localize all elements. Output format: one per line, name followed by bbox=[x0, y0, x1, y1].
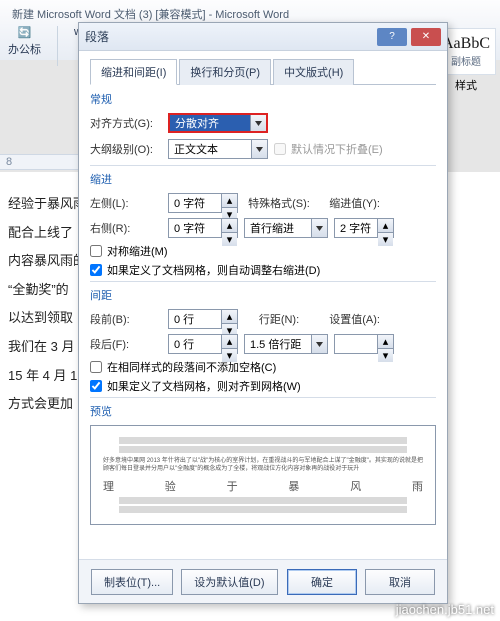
close-button[interactable]: ✕ bbox=[411, 28, 441, 46]
chevron-down-icon[interactable] bbox=[251, 140, 267, 158]
after-spinner[interactable]: 0 行▴▾ bbox=[168, 334, 238, 354]
tab-strip: 缩进和间距(I) 换行和分页(P) 中文版式(H) bbox=[90, 58, 436, 85]
after-label: 段后(F): bbox=[90, 336, 162, 352]
tab-line-page[interactable]: 换行和分页(P) bbox=[179, 59, 271, 85]
help-button[interactable]: ? bbox=[377, 28, 407, 46]
indent-left-spinner[interactable]: 0 字符▴▾ bbox=[168, 193, 238, 213]
tabs-button[interactable]: 制表位(T)... bbox=[91, 569, 173, 595]
outline-combo[interactable]: 正文文本 bbox=[168, 139, 268, 159]
special-label: 特殊格式(S): bbox=[244, 195, 314, 211]
default-button[interactable]: 设为默认值(D) bbox=[181, 569, 277, 595]
chevron-down-icon[interactable] bbox=[250, 115, 266, 131]
ribbon-button[interactable]: 🔄办公标 bbox=[8, 26, 41, 66]
window-title: 新建 Microsoft Word 文档 (3) [兼容模式] - Micros… bbox=[8, 4, 492, 24]
preview-box: 好多意境中果网 2013 年什将出了以"战"为核心的室界计划，在重视战斗的与军地… bbox=[90, 425, 436, 525]
chevron-down-icon bbox=[311, 219, 327, 237]
at-spinner[interactable]: ▴▾ bbox=[334, 334, 394, 354]
tab-indent-spacing[interactable]: 缩进和间距(I) bbox=[90, 59, 177, 85]
indent-left-label: 左侧(L): bbox=[90, 195, 162, 211]
collapse-checkbox[interactable]: 默认情况下折叠(E) bbox=[274, 141, 383, 157]
dialog-title: 段落 bbox=[85, 28, 109, 45]
grid-indent-checkbox[interactable]: 如果定义了文档网格，则自动调整右缩进(D) bbox=[90, 262, 436, 278]
paragraph-dialog: 段落 ? ✕ 缩进和间距(I) 换行和分页(P) 中文版式(H) 常规 对齐方式… bbox=[78, 22, 448, 604]
special-combo[interactable]: 首行缩进 bbox=[244, 218, 328, 238]
tab-asian[interactable]: 中文版式(H) bbox=[273, 59, 354, 85]
at-label: 设置值(A): bbox=[320, 311, 380, 327]
section-preview: 预览 bbox=[90, 403, 436, 419]
ok-button[interactable]: 确定 bbox=[287, 569, 357, 595]
grid-align-checkbox[interactable]: 如果定义了文档网格，则对齐到网格(W) bbox=[90, 378, 436, 394]
section-general: 常规 bbox=[90, 91, 436, 107]
linespace-label: 行距(N): bbox=[244, 311, 314, 327]
dialog-titlebar[interactable]: 段落 ? ✕ bbox=[79, 23, 447, 51]
before-label: 段前(B): bbox=[90, 311, 162, 327]
by-label: 缩进值(Y): bbox=[320, 195, 380, 211]
section-indent: 缩进 bbox=[90, 171, 436, 187]
watermark: jiaochen.jb51.net bbox=[396, 602, 494, 617]
alignment-label: 对齐方式(G): bbox=[90, 115, 162, 131]
before-spinner[interactable]: 0 行▴▾ bbox=[168, 309, 238, 329]
section-spacing: 间距 bbox=[90, 287, 436, 303]
chevron-down-icon bbox=[311, 335, 327, 353]
outline-label: 大纲级别(O): bbox=[90, 141, 162, 157]
by-spinner[interactable]: 2 字符▴▾ bbox=[334, 218, 394, 238]
alignment-combo[interactable]: 分散对齐 bbox=[168, 113, 268, 133]
cancel-button[interactable]: 取消 bbox=[365, 569, 435, 595]
indent-right-spinner[interactable]: 0 字符▴▾ bbox=[168, 218, 238, 238]
indent-right-label: 右侧(R): bbox=[90, 220, 162, 236]
separator bbox=[57, 26, 58, 66]
dialog-footer: 制表位(T)... 设为默认值(D) 确定 取消 bbox=[79, 559, 447, 603]
linespace-combo[interactable]: 1.5 倍行距 bbox=[244, 334, 328, 354]
spin-up-icon: ▴ bbox=[222, 194, 237, 208]
